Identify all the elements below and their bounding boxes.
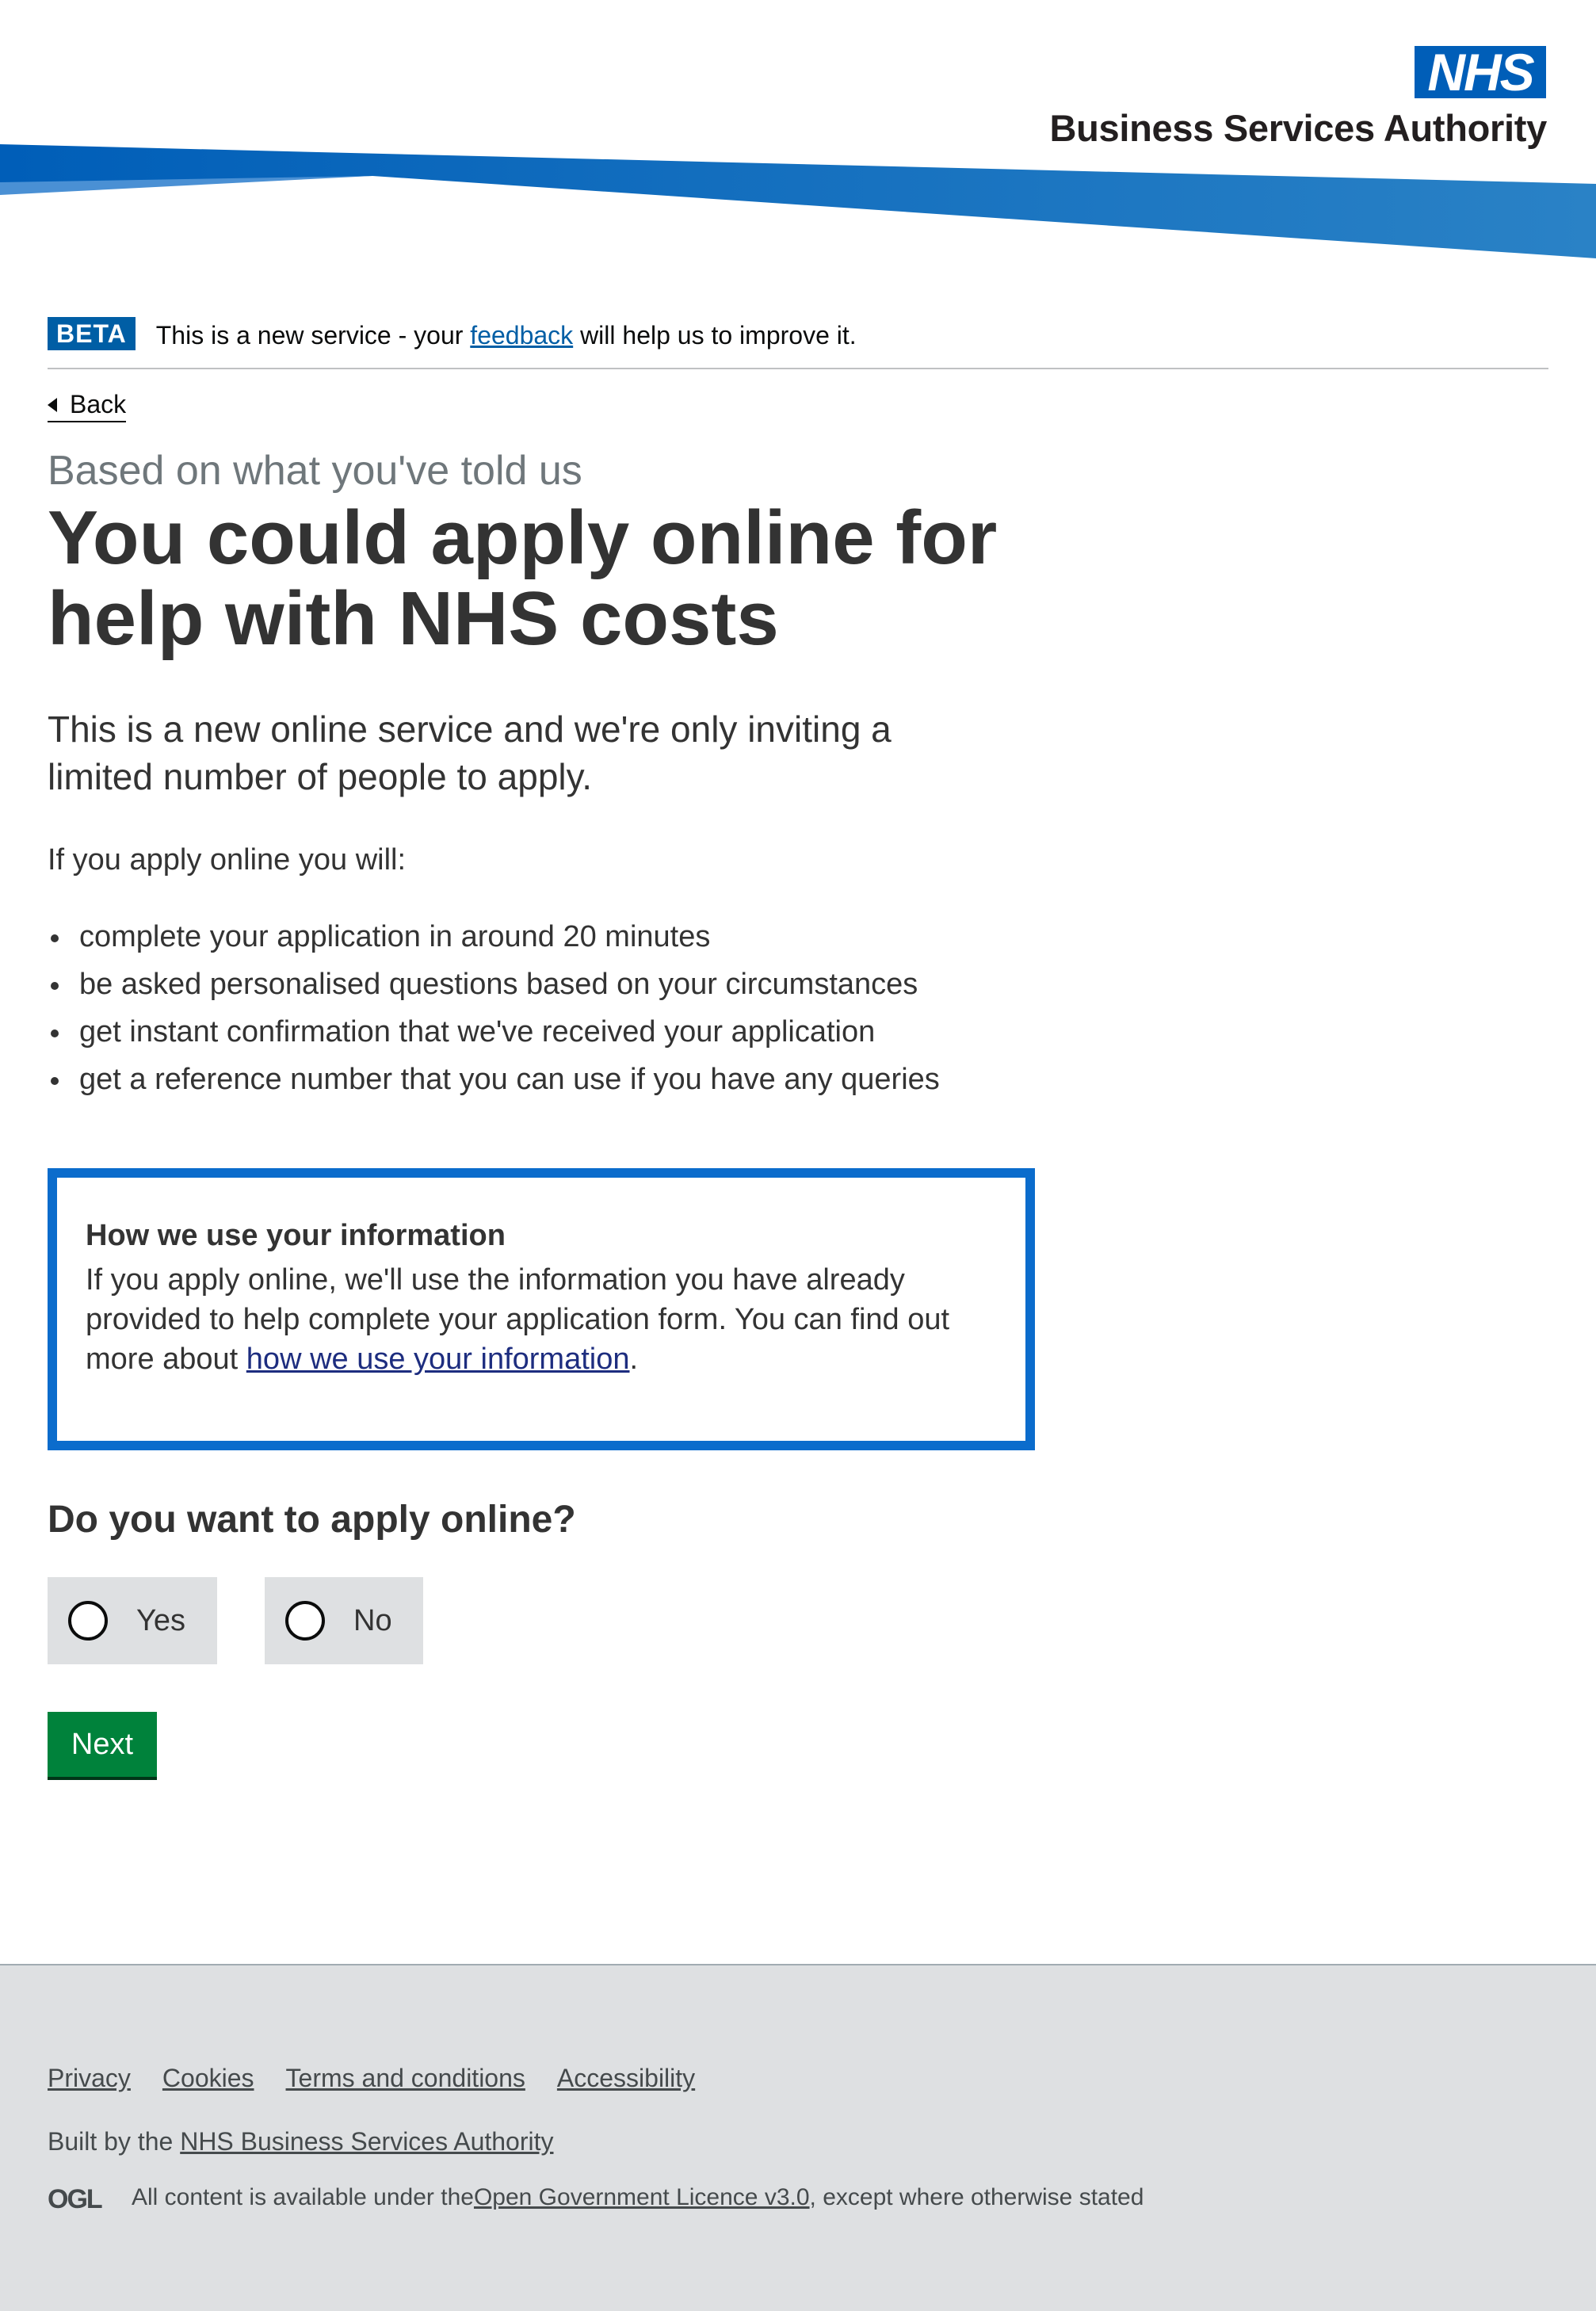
radio-button-yes[interactable] — [68, 1601, 108, 1641]
footer-link-terms[interactable]: Terms and conditions — [286, 2064, 525, 2093]
beta-banner: BETA This is a new service - your feedba… — [48, 317, 1548, 369]
info-panel-heading: How we use your information — [86, 1219, 506, 1252]
radio-label-no: No — [353, 1603, 392, 1637]
footer-link-cookies[interactable]: Cookies — [162, 2064, 254, 2093]
footer-link-accessibility[interactable]: Accessibility — [557, 2064, 695, 2093]
site-footer: Privacy Cookies Terms and conditions Acc… — [0, 1964, 1596, 2311]
benefits-list: complete your application in around 20 m… — [48, 913, 940, 1103]
question-label: Do you want to apply online? — [48, 1499, 576, 1541]
site-header: NHS Business Services Authority — [0, 0, 1596, 262]
footer-built-by: Built by the NHS Business Services Autho… — [48, 2127, 554, 2156]
ogl-logo-text: OGL — [48, 2184, 102, 2211]
list-item: get instant confirmation that we've rece… — [48, 1008, 940, 1056]
licence-suffix: , except where otherwise stated — [809, 2184, 1144, 2210]
beta-text: This is a new service - your feedback wi… — [156, 317, 857, 353]
footer-licence: OGL All content is available under the O… — [48, 2184, 1144, 2211]
licence-text: All content is available under the — [132, 2184, 474, 2210]
built-by-text: Built by the — [48, 2127, 181, 2156]
info-panel: How we use your information If you apply… — [48, 1168, 1035, 1450]
how-we-use-info-link[interactable]: how we use your information — [246, 1343, 630, 1376]
footer-links: Privacy Cookies Terms and conditions Acc… — [48, 2064, 695, 2093]
list-item: be asked personalised questions based on… — [48, 961, 940, 1008]
back-link[interactable]: Back — [48, 390, 127, 422]
list-item: get a reference number that you can use … — [48, 1056, 940, 1103]
back-link-label: Back — [70, 390, 127, 418]
radio-button-no[interactable] — [285, 1601, 325, 1641]
ogl-licence-link[interactable]: Open Government Licence v3.0 — [474, 2184, 810, 2211]
back-arrow-icon — [48, 397, 57, 412]
nhs-logo[interactable]: NHS — [1415, 46, 1546, 98]
next-button[interactable]: Next — [48, 1712, 157, 1777]
intro-text: If you apply online you will: — [48, 843, 407, 877]
list-item: complete your application in around 20 m… — [48, 913, 940, 961]
feedback-link[interactable]: feedback — [470, 321, 573, 350]
org-name: Business Services Authority — [1049, 107, 1547, 149]
lede-text: This is a new online service and we're o… — [48, 709, 892, 797]
footer-link-privacy[interactable]: Privacy — [48, 2064, 131, 2093]
info-panel-body: If you apply online, we'll use the infor… — [86, 1260, 1005, 1379]
beta-text-after: will help us to improve it. — [573, 321, 857, 350]
nhsbsa-link[interactable]: NHS Business Services Authority — [180, 2127, 553, 2156]
ogl-logo-icon: OGL — [48, 2184, 104, 2211]
info-panel-body-end: . — [629, 1343, 639, 1376]
radio-label-yes: Yes — [136, 1603, 185, 1637]
beta-tag: BETA — [48, 317, 136, 350]
radio-yes[interactable]: Yes — [48, 1577, 217, 1664]
radio-no[interactable]: No — [265, 1577, 423, 1664]
page-title: You could apply online for help with NHS… — [48, 495, 998, 661]
page-caption: Based on what you've told us — [48, 448, 582, 494]
beta-text-before: This is a new service - your — [155, 321, 471, 350]
